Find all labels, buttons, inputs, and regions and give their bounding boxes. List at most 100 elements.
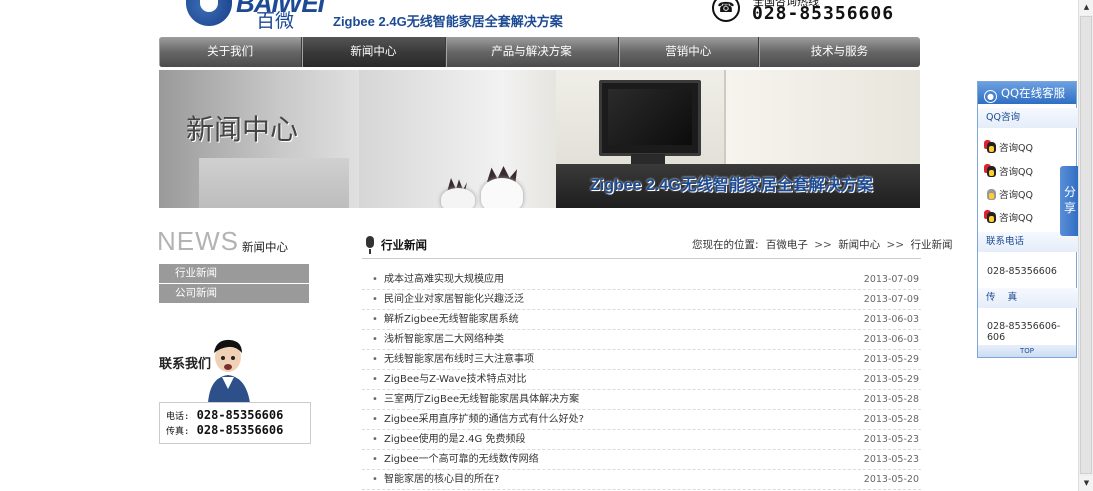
qq-penguin-icon xyxy=(987,166,996,177)
qq-consult-label: 咨询QQ xyxy=(999,190,1033,201)
section-title: 行业新闻 xyxy=(381,238,427,252)
nav-item-products[interactable]: 产品与解决方案 xyxy=(446,37,619,67)
contact-phone: 电话: 028-85356606 xyxy=(166,408,283,422)
sidebar-item-company-news[interactable]: 公司新闻 xyxy=(159,284,309,303)
news-date: 2013-06-03 xyxy=(863,314,919,325)
page-scrollbar[interactable]: ▲ ▼ xyxy=(1078,0,1093,491)
qq-consult-link[interactable]: 咨询QQ xyxy=(987,164,1033,178)
nav-item-news[interactable]: 新闻中心 xyxy=(302,37,446,67)
sidebar-heading-cn: 新闻中心 xyxy=(242,240,288,254)
qq-widget-title: QQ在线客服 xyxy=(1001,86,1066,100)
banner-slogan: Zigbee 2.4G无线智能家居全套解决方案 xyxy=(590,177,873,194)
share-tab[interactable]: 分享 xyxy=(1060,166,1080,236)
bullet-icon: • xyxy=(372,454,378,465)
banner-vase-left xyxy=(441,188,475,208)
banner: 新闻中心 Zigbee 2.4G无线智能家居全套解决方案 xyxy=(159,70,920,208)
bullet-icon: • xyxy=(372,274,378,285)
nav-item-about[interactable]: 关于我们 xyxy=(159,37,303,67)
sidebar-item-industry-news[interactable]: 行业新闻 xyxy=(159,264,309,283)
scroll-up-arrow-icon[interactable]: ▲ xyxy=(1079,0,1093,15)
news-item[interactable]: • ZigBee与Z-Wave技术特点对比 2013-05-29 xyxy=(362,370,921,390)
logo-text-cn: 百微 xyxy=(256,10,295,32)
sidebar-heading-en: NEWS xyxy=(157,226,239,256)
scroll-down-arrow-icon[interactable]: ▼ xyxy=(1079,476,1093,491)
qq-consult-link[interactable]: 咨询QQ xyxy=(987,140,1033,154)
news-date: 2013-05-29 xyxy=(863,374,919,385)
bullet-icon: • xyxy=(372,414,378,425)
news-title[interactable]: Zigbee使用的是2.4G 免费频段 xyxy=(384,430,525,449)
news-item[interactable]: • 民间企业对家居智能化兴趣泛泛 2013-07-09 xyxy=(362,290,921,310)
bullet-icon: • xyxy=(372,474,378,485)
news-date: 2013-05-28 xyxy=(863,414,919,425)
list-divider xyxy=(362,258,921,259)
chat-icon: ● xyxy=(984,90,997,103)
banner-tv xyxy=(599,80,701,156)
nav-item-service[interactable]: 技术与服务 xyxy=(759,37,920,67)
news-item[interactable]: • Zigbee一个高可靠的无线数传网络 2013-05-23 xyxy=(362,450,921,470)
news-item[interactable]: • 三室两厅ZigBee无线智能家居具体解决方案 2013-05-28 xyxy=(362,390,921,410)
news-date: 2013-05-29 xyxy=(863,354,919,365)
news-item[interactable]: • 成本过高难实现大规模应用 2013-07-09 xyxy=(362,270,921,290)
news-title[interactable]: 三室两厅ZigBee无线智能家居具体解决方案 xyxy=(384,390,579,409)
news-title[interactable]: 成本过高难实现大规模应用 xyxy=(384,270,504,289)
share-label: 分享 xyxy=(1064,185,1077,215)
hotline-number: 028-85356606 xyxy=(752,3,895,24)
contact-fax: 传真: 028-85356606 xyxy=(166,423,283,437)
microphone-icon xyxy=(366,236,374,254)
breadcrumb-item-news[interactable]: 新闻中心 xyxy=(838,239,880,251)
news-item[interactable]: • 智能家居的核心目的所在? 2013-05-20 xyxy=(362,470,921,490)
news-item[interactable]: • Zigbee使用的是2.4G 免费频段 2013-05-23 xyxy=(362,430,921,450)
banner-ledge xyxy=(199,158,349,208)
banner-tv-stand xyxy=(631,154,665,164)
bullet-icon: • xyxy=(372,434,378,445)
phone-icon: ☎ xyxy=(712,0,740,22)
news-title[interactable]: 解析Zigbee无线智能家居系统 xyxy=(384,310,519,329)
contact-phone-label: 电话: xyxy=(166,412,190,422)
breadcrumb-item-home[interactable]: 百微电子 xyxy=(766,239,808,251)
news-date: 2013-05-23 xyxy=(863,434,919,445)
news-item[interactable]: • 浅析智能家居二大网络种类 2013-06-03 xyxy=(362,330,921,350)
breadcrumb-item-industry[interactable]: 行业新闻 xyxy=(910,239,952,251)
main-nav: 关于我们 新闻中心 产品与解决方案 营销中心 技术与服务 xyxy=(159,37,920,67)
news-title[interactable]: 浅析智能家居二大网络种类 xyxy=(384,330,504,349)
banner-vase-right xyxy=(481,178,523,208)
news-title[interactable]: 无线智能家居布线时三大注意事项 xyxy=(384,350,534,369)
breadcrumb-separator: >> xyxy=(886,239,905,251)
contact-phone-value: 028-85356606 xyxy=(196,408,284,422)
news-item[interactable]: • 解析Zigbee无线智能家居系统 2013-06-03 xyxy=(362,310,921,330)
news-title[interactable]: 民间企业对家居智能化兴趣泛泛 xyxy=(384,290,524,309)
back-to-top-button[interactable]: TOP xyxy=(978,345,1076,357)
sidebar-menu: 行业新闻 公司新闻 xyxy=(159,264,309,304)
logo-mark[interactable] xyxy=(186,0,232,26)
breadcrumb: 您现在的位置: 百微电子 >> 新闻中心 >> 行业新闻 xyxy=(692,237,952,252)
scrollbar-thumb[interactable] xyxy=(1080,16,1092,474)
qq-consult-link[interactable]: 咨询QQ xyxy=(987,210,1033,224)
contact-title: 联系我们 xyxy=(159,356,212,371)
bullet-icon: • xyxy=(372,314,378,325)
news-item[interactable]: • Zigbee采用直序扩频的通信方式有什么好处? 2013-05-28 xyxy=(362,410,921,430)
news-date: 2013-05-20 xyxy=(863,474,919,485)
breadcrumb-prefix: 您现在的位置: xyxy=(692,239,759,251)
news-item[interactable]: • 无线智能家居布线时三大注意事项 2013-05-29 xyxy=(362,350,921,370)
breadcrumb-separator: >> xyxy=(814,239,832,251)
news-title[interactable]: Zigbee采用直序扩频的通信方式有什么好处? xyxy=(384,410,584,429)
qq-widget-header: ● QQ在线客服 xyxy=(978,82,1076,104)
qq-consult-link[interactable]: 咨询QQ xyxy=(987,187,1033,201)
nav-item-marketing[interactable]: 营销中心 xyxy=(619,37,759,67)
news-title[interactable]: 智能家居的核心目的所在? xyxy=(384,470,499,489)
qq-penguin-offline-icon xyxy=(987,189,996,200)
bullet-icon: • xyxy=(372,394,378,405)
bullet-icon: • xyxy=(372,354,378,365)
qq-consult-label: 咨询QQ xyxy=(999,213,1033,224)
qq-fax-value: 028-85356606-606 xyxy=(987,321,1061,343)
news-title[interactable]: Zigbee一个高可靠的无线数传网络 xyxy=(384,450,539,469)
news-list: • 成本过高难实现大规模应用 2013-07-09 • 民间企业对家居智能化兴趣泛泛 20… xyxy=(362,270,921,490)
bullet-icon: • xyxy=(372,374,378,385)
banner-title: 新闻中心 xyxy=(186,113,299,146)
news-title[interactable]: ZigBee与Z-Wave技术特点对比 xyxy=(384,370,526,389)
qq-fax-section: 传 真 xyxy=(978,288,1082,308)
news-date: 2013-06-03 xyxy=(863,334,919,345)
qq-consult-label: 咨询QQ xyxy=(999,143,1033,154)
qq-penguin-icon xyxy=(987,142,996,153)
bullet-icon: • xyxy=(372,294,378,305)
